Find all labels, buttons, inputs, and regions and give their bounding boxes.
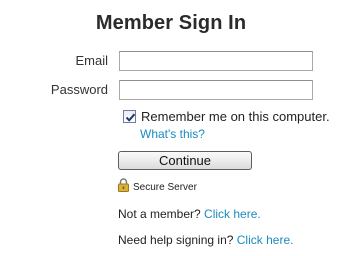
help-link[interactable]: Click here.	[237, 233, 294, 247]
whats-this-link[interactable]: What's this?	[140, 127, 205, 141]
secure-server-label: Secure Server	[133, 182, 197, 193]
email-label: Email	[75, 53, 108, 68]
not-a-member-row: Not a member? Click here.	[118, 207, 261, 221]
email-field[interactable]	[119, 51, 313, 71]
not-a-member-text: Not a member?	[118, 207, 201, 221]
password-label: Password	[50, 82, 108, 97]
sign-in-page: Member Sign In Email Password Remember m…	[0, 0, 346, 256]
password-field[interactable]	[119, 80, 313, 100]
checkmark-icon	[125, 113, 136, 122]
continue-button[interactable]: Continue	[118, 151, 252, 170]
remember-me-checkbox[interactable]	[123, 110, 136, 123]
remember-me-label: Remember me on this computer.	[141, 109, 330, 124]
page-title: Member Sign In	[95, 12, 247, 34]
signup-link[interactable]: Click here.	[204, 207, 261, 221]
help-row: Need help signing in? Click here.	[118, 233, 293, 247]
help-text: Need help signing in?	[118, 233, 234, 247]
lock-icon	[118, 178, 129, 192]
